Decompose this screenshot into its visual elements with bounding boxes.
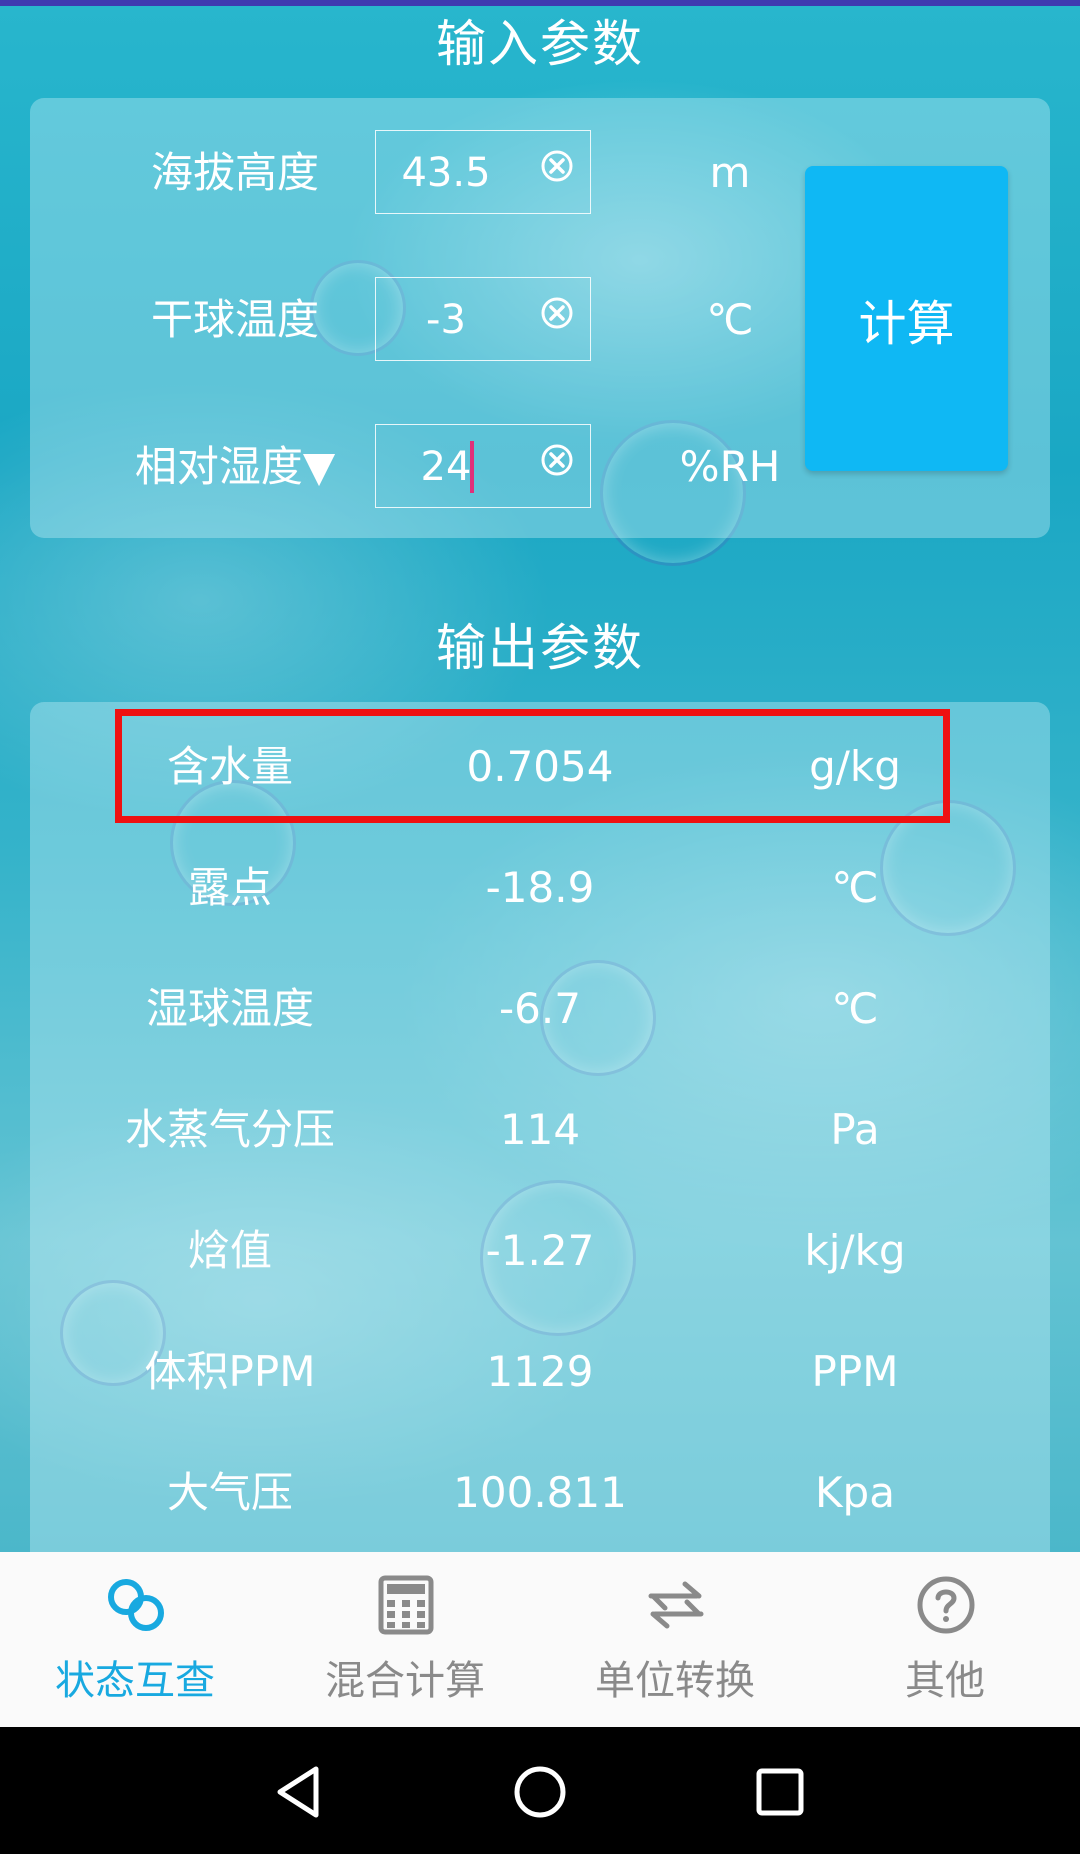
- output-unit: ℃: [831, 863, 879, 912]
- output-row-enthalpy: 焓值 -1.27 kj/kg: [30, 1196, 1050, 1306]
- text-cursor: [470, 441, 474, 493]
- output-unit: kj/kg: [804, 1226, 906, 1275]
- output-unit: ℃: [831, 984, 879, 1033]
- output-row-atmospheric-pressure: 大气压 100.811 Kpa: [30, 1438, 1050, 1548]
- help-icon: [917, 1576, 975, 1634]
- dry-bulb-value[interactable]: -3: [376, 278, 516, 362]
- output-section-title: 输出参数: [436, 619, 644, 677]
- output-panel: 含水量 0.7054 g/kg 露点 -18.9 ℃ 湿球温度 -6.7 ℃ 水…: [30, 702, 1050, 1552]
- humidity-type-dropdown[interactable]: 相对湿度▼: [70, 422, 400, 512]
- humidity-value[interactable]: 24: [376, 425, 516, 509]
- output-value: -6.7: [499, 984, 581, 1033]
- bottom-tab-bar: 状态互查 混合计算 单位转换 其他: [0, 1552, 1080, 1727]
- tab-unit-conversion[interactable]: 单位转换: [540, 1552, 810, 1727]
- output-label: 水蒸气分压: [124, 1105, 335, 1154]
- humidity-input[interactable]: 24: [375, 424, 591, 508]
- input-section-title: 输入参数: [436, 15, 644, 73]
- output-unit: PPM: [811, 1347, 899, 1396]
- tab-other[interactable]: 其他: [810, 1552, 1080, 1727]
- tab-mix-calculation[interactable]: 混合计算: [270, 1552, 540, 1727]
- altitude-label: 海拔高度: [150, 148, 319, 197]
- back-icon[interactable]: [266, 1757, 336, 1827]
- output-label: 焓值: [187, 1226, 272, 1275]
- recents-icon[interactable]: [745, 1757, 815, 1827]
- calculator-icon: [378, 1575, 434, 1635]
- tab-label: 单位转换: [595, 1658, 755, 1704]
- clear-dry-bulb-icon[interactable]: [540, 296, 574, 330]
- clear-altitude-icon[interactable]: [540, 149, 574, 183]
- output-row-wet-bulb: 湿球温度 -6.7 ℃: [30, 954, 1050, 1064]
- output-label: 体积PPM: [144, 1347, 316, 1396]
- output-label: 湿球温度: [145, 984, 314, 1033]
- altitude-input[interactable]: 43.5: [375, 130, 591, 214]
- input-panel: 海拔高度 43.5 m 干球温度 -3 ℃ 相对湿度▼ 24 %RH 计算: [30, 98, 1050, 538]
- dry-bulb-input[interactable]: -3: [375, 277, 591, 361]
- home-icon[interactable]: [505, 1757, 575, 1827]
- output-value: -1.27: [485, 1226, 595, 1275]
- system-navigation-bar: [0, 1727, 1080, 1854]
- output-value: 1129: [486, 1347, 594, 1396]
- output-label: 露点: [187, 863, 272, 912]
- output-row-vapor-pressure: 水蒸气分压 114 Pa: [30, 1075, 1050, 1185]
- tab-label: 其他: [905, 1658, 985, 1704]
- tab-state-lookup[interactable]: 状态互查: [0, 1552, 270, 1727]
- swap-icon: [648, 1581, 704, 1629]
- clear-humidity-icon[interactable]: [540, 443, 574, 477]
- app-screen: 输入参数 海拔高度 43.5 m 干球温度 -3 ℃ 相对湿度▼ 24 %RH …: [0, 0, 1080, 1552]
- output-value: 114: [499, 1105, 581, 1154]
- link-icon: [108, 1579, 164, 1631]
- dry-bulb-label: 干球温度: [150, 295, 319, 344]
- tab-label: 状态互查: [55, 1658, 215, 1704]
- highlight-box: [115, 709, 950, 823]
- output-row-volume-ppm: 体积PPM 1129 PPM: [30, 1317, 1050, 1427]
- tab-label: 混合计算: [325, 1658, 485, 1704]
- output-label: 大气压: [166, 1468, 293, 1517]
- output-value: 100.811: [453, 1468, 627, 1517]
- output-unit: Pa: [830, 1105, 880, 1154]
- calculate-button[interactable]: 计算: [805, 166, 1008, 471]
- output-unit: Kpa: [815, 1468, 895, 1517]
- altitude-value[interactable]: 43.5: [376, 131, 516, 215]
- output-value: -18.9: [485, 863, 595, 912]
- output-row-dew-point: 露点 -18.9 ℃: [30, 833, 1050, 943]
